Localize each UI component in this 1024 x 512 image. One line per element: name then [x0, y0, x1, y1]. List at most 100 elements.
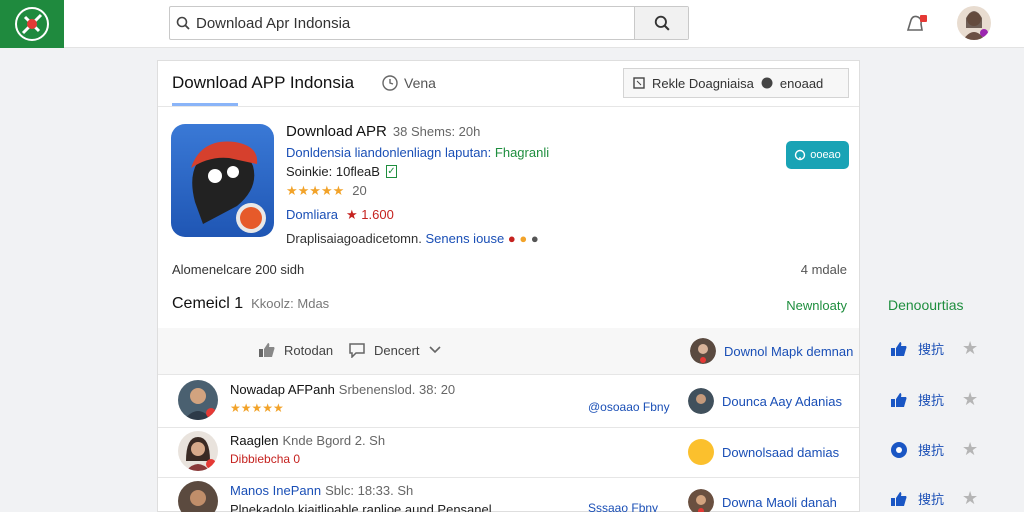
report-icon [633, 77, 645, 89]
comments-sub: Kkoolz: Mdas [251, 296, 330, 311]
app-desc-green: Fhagranli [494, 145, 550, 160]
reviewer-avatar[interactable] [178, 481, 218, 512]
side-row[interactable]: 搜抗 ★ [890, 439, 978, 460]
title-tab-indicator [172, 103, 238, 106]
app-tags: Draplisaiagoadicetomn. Senens iouse ● ● … [286, 231, 539, 246]
side-label: 搜抗 [918, 393, 945, 408]
mini-avatar [688, 489, 714, 512]
review-stars: ★★★★★ [230, 401, 284, 415]
comment-action[interactable]: Dencert [348, 342, 442, 358]
reviewer-line: Manos InePann Sblc: 18:33. Sh [230, 483, 413, 498]
verified-icon: ✓ [385, 165, 397, 178]
review-right-label: Downolsaad damias [722, 444, 840, 460]
app-name-line: Download APR 38 Shems: 20h [286, 123, 480, 140]
app-icon[interactable] [171, 124, 274, 237]
review-text: Plnekadolo kiaitlioable ranlioe aund Pen… [230, 502, 492, 512]
chevron-down-icon [428, 346, 441, 354]
smile-icon [688, 439, 714, 465]
star-icon[interactable]: ★ [962, 338, 978, 359]
reviewer-avatar[interactable] [178, 380, 218, 420]
app-desc-blue: Donldensia liandonlenliagn laputan: [286, 145, 492, 160]
emoji-icons: ● ● ● [507, 231, 539, 246]
sort-newest-link[interactable]: Newnloaty [786, 298, 847, 313]
site-logo[interactable] [0, 0, 64, 48]
app-name[interactable]: Download APR [286, 123, 387, 140]
download-map-label: Downol Mapk demnan [724, 343, 854, 359]
vena-label: Vena [404, 75, 436, 91]
side-label: 搜抗 [918, 342, 945, 357]
app-meta: 38 Shems: 20h [392, 124, 481, 139]
thumbs-up-icon [891, 392, 907, 407]
page-title: Download APP Indonsia [172, 73, 355, 92]
side-row[interactable]: 搜抗 ★ [890, 488, 978, 509]
download-stats: Alomenelcare 200 sidh [172, 262, 305, 277]
review-row: Nowadap AFPanh Srbenenslod. 38: 20 ★★★★★ … [158, 376, 859, 426]
notification-bell-icon[interactable] [903, 12, 929, 36]
install-button[interactable]: ooeao [786, 141, 849, 169]
like-label: Rotodan [284, 342, 334, 358]
review-meta: Knde Bgord 2. Sh [282, 433, 386, 448]
tags-text: Draplisaiagoadicetomn. [286, 231, 422, 246]
top-bar [0, 0, 1024, 48]
thumbs-up-icon [891, 341, 907, 356]
review-right[interactable]: Downa Maoli danah [688, 489, 837, 512]
developer-rating: ★ 1.600 [346, 207, 394, 222]
side-row[interactable]: 搜抗 ★ [890, 389, 978, 410]
review-link[interactable]: Sssaao Fbny [588, 501, 658, 512]
review-meta: Srbenenslod. 38: 20 [338, 382, 456, 397]
card-header: Download APP Indonsia Vena Rekle Doagnia… [158, 61, 859, 107]
install-button-label: ooeao [810, 149, 841, 161]
side-label: 搜抗 [918, 443, 945, 458]
review-meta: Sblc: 18:33. Sh [325, 483, 414, 498]
star-icon[interactable]: ★ [962, 488, 978, 509]
side-row[interactable]: 搜抗 ★ [890, 338, 978, 359]
review-link[interactable]: @osoaao Fbny [588, 400, 670, 414]
comments-label: Cemeicl 1 [172, 295, 244, 312]
app-size: Soinkie: 10fleaB ✓ [286, 164, 397, 179]
comment-label: Dencert [374, 342, 420, 358]
search-input[interactable] [196, 7, 634, 39]
comment-icon [349, 343, 365, 358]
info-circle-icon [891, 441, 907, 458]
search-button[interactable] [634, 7, 688, 39]
action-bar: Rotodan Dencert Downol Mapk demnan [158, 328, 859, 374]
reviewer-name[interactable]: Manos InePann [230, 483, 321, 498]
app-rating: ★★★★★ 20 [286, 183, 367, 199]
comments-heading: Cemeicl 1 Kkoolz: Mdas [172, 295, 329, 313]
review-right[interactable]: Downolsaad damias [688, 439, 839, 465]
reviewer-name[interactable]: Nowadap AFPanh [230, 382, 335, 397]
app-size-text: Soinkie: 10fleaB [286, 164, 380, 179]
chat-icon [761, 77, 773, 89]
user-avatar[interactable] [957, 6, 991, 40]
star-icon[interactable]: ★ [962, 439, 978, 460]
review-right[interactable]: Dounca Aay Adanias [688, 388, 842, 414]
reviewer-avatar[interactable] [178, 431, 218, 471]
report-button-label-2: enoaad [779, 75, 824, 91]
review-right-label: Downa Maoli danah [722, 494, 837, 510]
vena-link[interactable]: Vena [382, 75, 436, 91]
logo-icon [15, 7, 49, 41]
report-button-label: Rekle Doagniaisa [652, 75, 754, 91]
reviewer-line: Nowadap AFPanh Srbenenslod. 38: 20 [230, 382, 455, 397]
review-row: Raaglen Knde Bgord 2. Sh Dibbiebcha 0 Dow… [158, 427, 859, 477]
review-text: Dibbiebcha 0 [230, 452, 301, 466]
mini-avatar [688, 388, 714, 414]
app-description: Donldensia liandonlenliagn laputan: Fhag… [286, 145, 549, 160]
tags-link[interactable]: Senens iouse [425, 231, 504, 246]
thumbs-up-icon [259, 343, 275, 357]
developer-line: Domliara ★ 1.600 [286, 207, 394, 223]
rating-stars: ★★★★★ [286, 183, 345, 198]
clock-icon [382, 75, 398, 91]
download-map-action[interactable]: Downol Mapk demnan [690, 338, 853, 364]
reviewer-name[interactable]: Raaglen [230, 433, 278, 448]
review-right-label: Dounca Aay Adanias [722, 393, 842, 409]
report-button[interactable]: Rekle Doagniaisa enoaad [623, 68, 849, 98]
mini-avatar [690, 338, 716, 364]
developer-name[interactable]: Domliara [286, 207, 338, 222]
side-title: Denoourtias [888, 297, 964, 313]
reviewer-line: Raaglen Knde Bgord 2. Sh [230, 433, 385, 448]
search-icon [170, 7, 196, 39]
star-icon[interactable]: ★ [962, 389, 978, 410]
like-action[interactable]: Rotodan [258, 342, 333, 358]
side-label: 搜抗 [918, 492, 945, 507]
